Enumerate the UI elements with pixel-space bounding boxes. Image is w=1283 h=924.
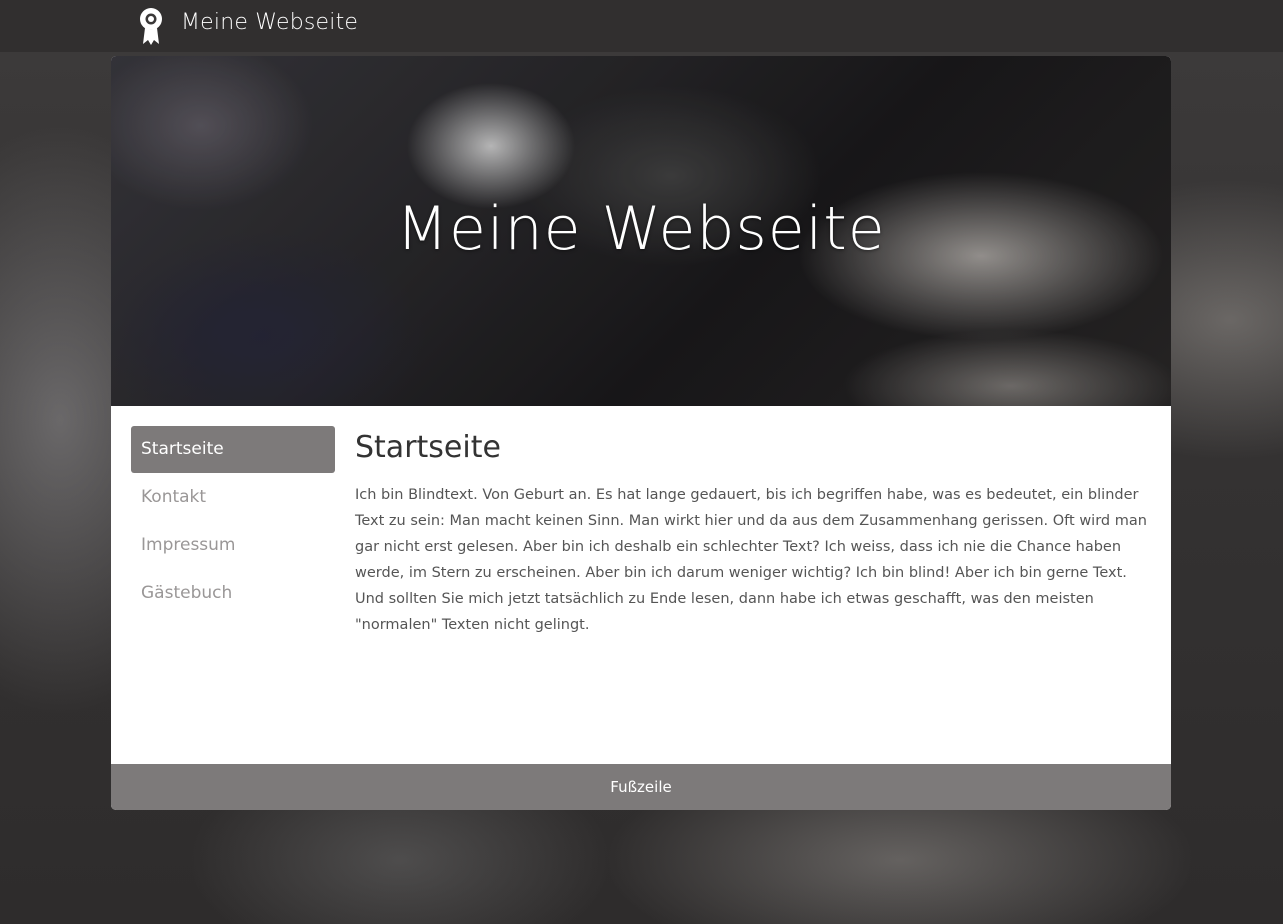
hero-title: Meine Webseite xyxy=(396,194,886,264)
site-name-link[interactable]: Meine Webseite xyxy=(181,10,358,35)
sidebar-item-startseite[interactable]: Startseite xyxy=(131,426,335,473)
sidebar-item-impressum[interactable]: Impressum xyxy=(131,522,335,569)
award-ribbon-icon[interactable] xyxy=(137,6,165,46)
sidebar-item-kontakt[interactable]: Kontakt xyxy=(131,474,335,521)
footer: Fußzeile xyxy=(111,764,1171,810)
sidebar-nav: Startseite Kontakt Impressum Gästebuch xyxy=(131,426,335,618)
top-bar: Meine Webseite xyxy=(0,0,1283,52)
page-container: Meine Webseite Startseite Kontakt Impres… xyxy=(111,56,1171,810)
page-title: Startseite xyxy=(355,430,501,465)
content-area: Startseite Kontakt Impressum Gästebuch S… xyxy=(111,406,1171,764)
sidebar-item-gaestebuch[interactable]: Gästebuch xyxy=(131,570,335,617)
hero-banner: Meine Webseite xyxy=(111,56,1171,406)
body-text: Ich bin Blindtext. Von Geburt an. Es hat… xyxy=(355,487,1147,633)
main-content: Startseite Ich bin Blindtext. Von Geburt… xyxy=(355,428,1155,638)
